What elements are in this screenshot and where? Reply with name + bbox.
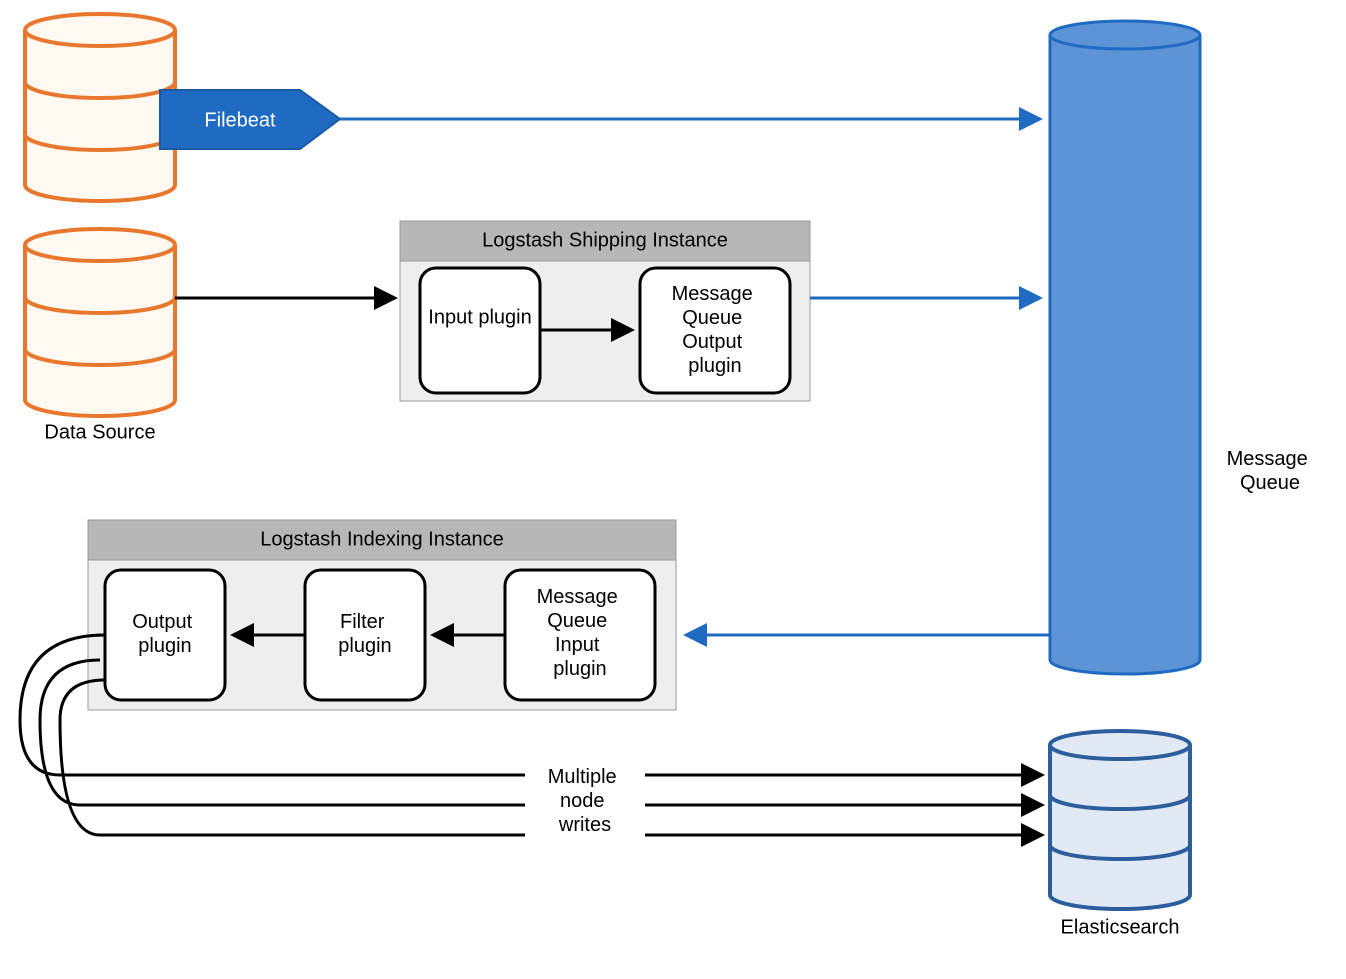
shipping-instance-title: Logstash Shipping Instance — [482, 229, 728, 251]
message-queue-label: Message Queue — [1227, 448, 1314, 494]
elasticsearch-label: Elasticsearch — [1061, 917, 1180, 939]
indexing-instance-group: Logstash Indexing Instance Output plugin… — [88, 520, 676, 710]
shipping-instance-group: Logstash Shipping Instance Input plugin … — [400, 221, 810, 401]
message-queue-icon — [1050, 21, 1200, 674]
indexing-instance-title: Logstash Indexing Instance — [260, 528, 504, 550]
data-source-label: Data Source — [44, 422, 155, 444]
data-source-icon — [25, 14, 175, 201]
elasticsearch-icon — [1050, 731, 1190, 909]
input-plugin-box — [420, 268, 540, 393]
data-source-icon — [25, 229, 175, 416]
input-plugin-label: Input plugin — [428, 306, 531, 328]
filebeat-label: Filebeat — [204, 109, 276, 131]
filebeat-shape: Filebeat — [160, 90, 340, 149]
diagram-canvas: Filebeat Data Source Logstash Shipping I… — [0, 0, 1346, 979]
